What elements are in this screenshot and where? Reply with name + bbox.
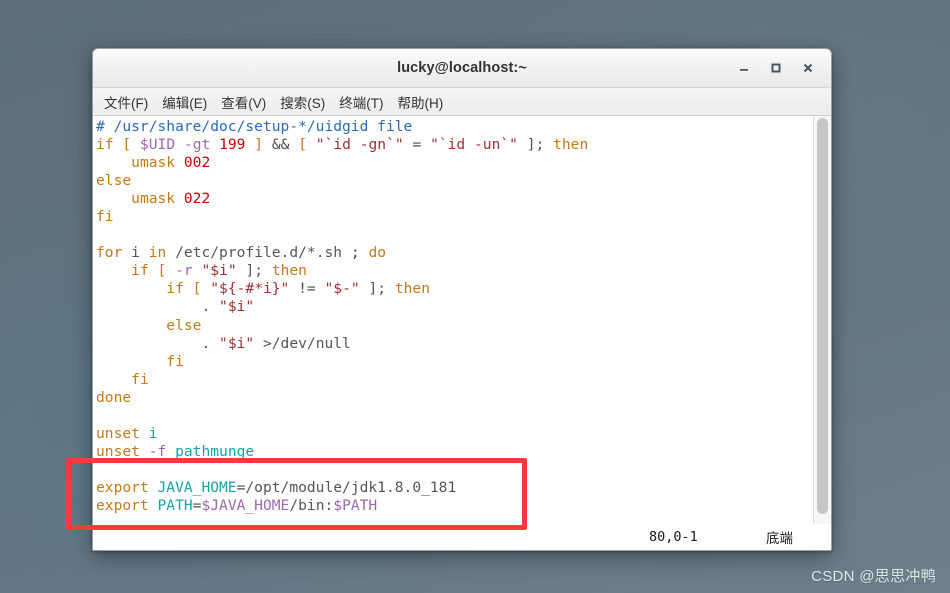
menu-item-search[interactable]: 搜索(S)	[273, 89, 332, 115]
menu-item-help[interactable]: 帮助(H)	[391, 89, 451, 115]
terminal-line: unset -f pathmunge	[96, 442, 255, 460]
menu-item-view[interactable]: 查看(V)	[214, 89, 273, 115]
terminal-line: export PATH=$JAVA_HOME/bin:$PATH	[96, 496, 378, 514]
cursor-position: 80,0-1	[649, 529, 698, 545]
terminal-line: else	[166, 316, 202, 334]
desktop-background: lucky@localhost:~ 文件(F) 编辑(E) 查看(V) 搜索(S…	[0, 0, 950, 593]
window-titlebar[interactable]: lucky@localhost:~	[93, 49, 831, 88]
window-title: lucky@localhost:~	[397, 60, 527, 76]
terminal-content-area[interactable]: # /usr/share/doc/setup-*/uidgid file if […	[93, 116, 831, 524]
menu-item-file[interactable]: 文件(F)	[97, 89, 155, 115]
terminal-line: umask 002	[131, 154, 211, 172]
terminal-line: . "$i" >/dev/null	[201, 334, 351, 352]
terminal-line: unset i	[96, 424, 158, 442]
terminal-line: for i in /etc/profile.d/*.sh ; do	[96, 244, 387, 262]
terminal-line: fi	[166, 352, 184, 370]
terminal-line: fi	[131, 370, 149, 388]
terminal-line: export JAVA_HOME=/opt/module/jdk1.8.0_18…	[96, 478, 457, 496]
terminal-text[interactable]: # /usr/share/doc/setup-*/uidgid file if […	[93, 116, 813, 524]
vertical-scrollbar[interactable]	[813, 116, 831, 524]
terminal-window: lucky@localhost:~ 文件(F) 编辑(E) 查看(V) 搜索(S…	[92, 48, 832, 551]
terminal-line: done	[96, 388, 132, 406]
terminal-line: umask 022	[131, 190, 211, 208]
close-button[interactable]	[793, 53, 823, 83]
terminal-line: if [ "${-#*i}" != "$-" ]; then	[166, 280, 430, 298]
terminal-line: . "$i"	[201, 298, 255, 316]
window-controls	[729, 49, 823, 87]
file-position-state: 底端	[766, 531, 793, 546]
scrollbar-thumb[interactable]	[817, 118, 828, 514]
terminal-line: if [ -r "$i" ]; then	[131, 262, 307, 280]
minimize-button[interactable]	[729, 53, 759, 83]
menu-item-terminal[interactable]: 终端(T)	[332, 89, 390, 115]
vim-status-bar: 80,0-1 底端	[93, 524, 831, 550]
menu-bar: 文件(F) 编辑(E) 查看(V) 搜索(S) 终端(T) 帮助(H)	[93, 88, 831, 116]
terminal-line: if [ $UID -gt 199 ] && [ "`id -gn`" = "`…	[96, 136, 589, 154]
watermark: CSDN @思思冲鸭	[811, 568, 936, 585]
terminal-line: else	[96, 172, 132, 190]
menu-item-edit[interactable]: 编辑(E)	[155, 89, 214, 115]
terminal-line: fi	[96, 208, 114, 226]
terminal-line: # /usr/share/doc/setup-*/uidgid file	[96, 118, 413, 135]
maximize-button[interactable]	[761, 53, 791, 83]
